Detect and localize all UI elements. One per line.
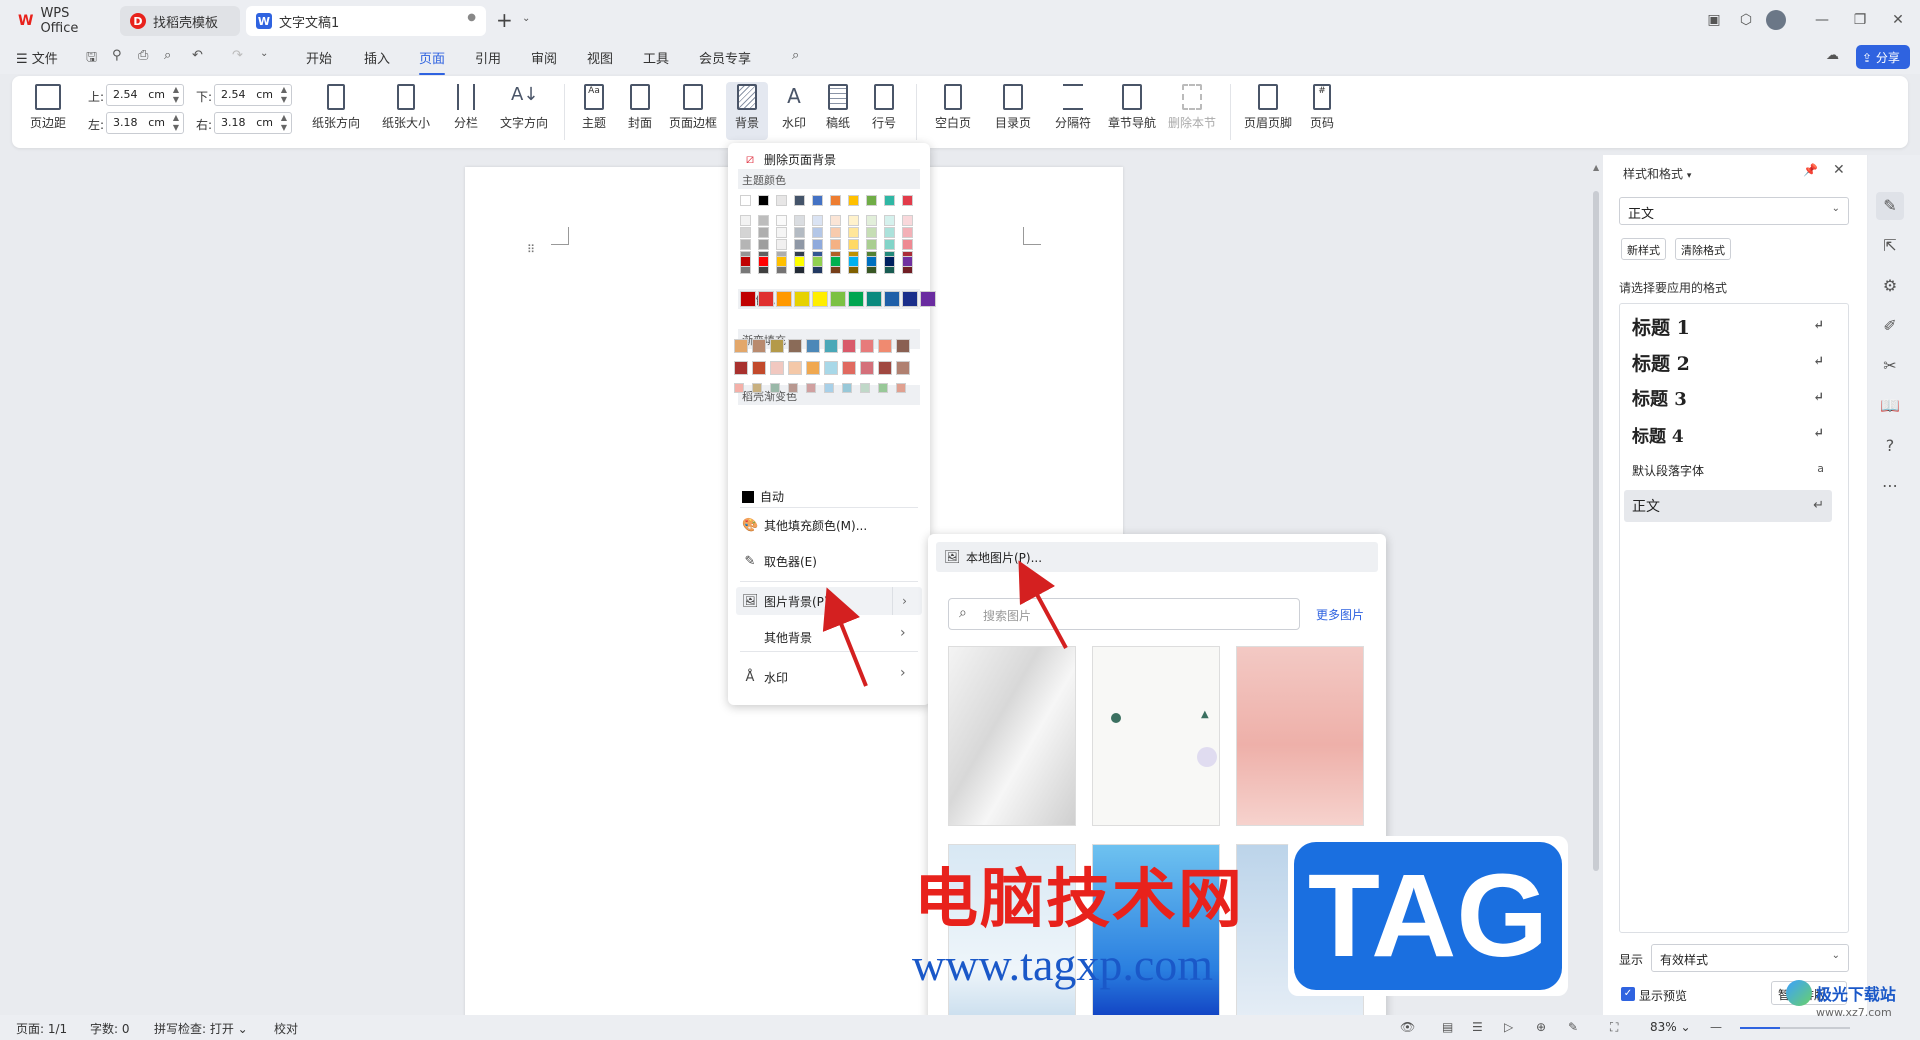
arrow-to-local-picture (1018, 560, 1068, 649)
annotation-arrows (822, 560, 1068, 687)
arrow-to-picture-background (822, 587, 868, 687)
